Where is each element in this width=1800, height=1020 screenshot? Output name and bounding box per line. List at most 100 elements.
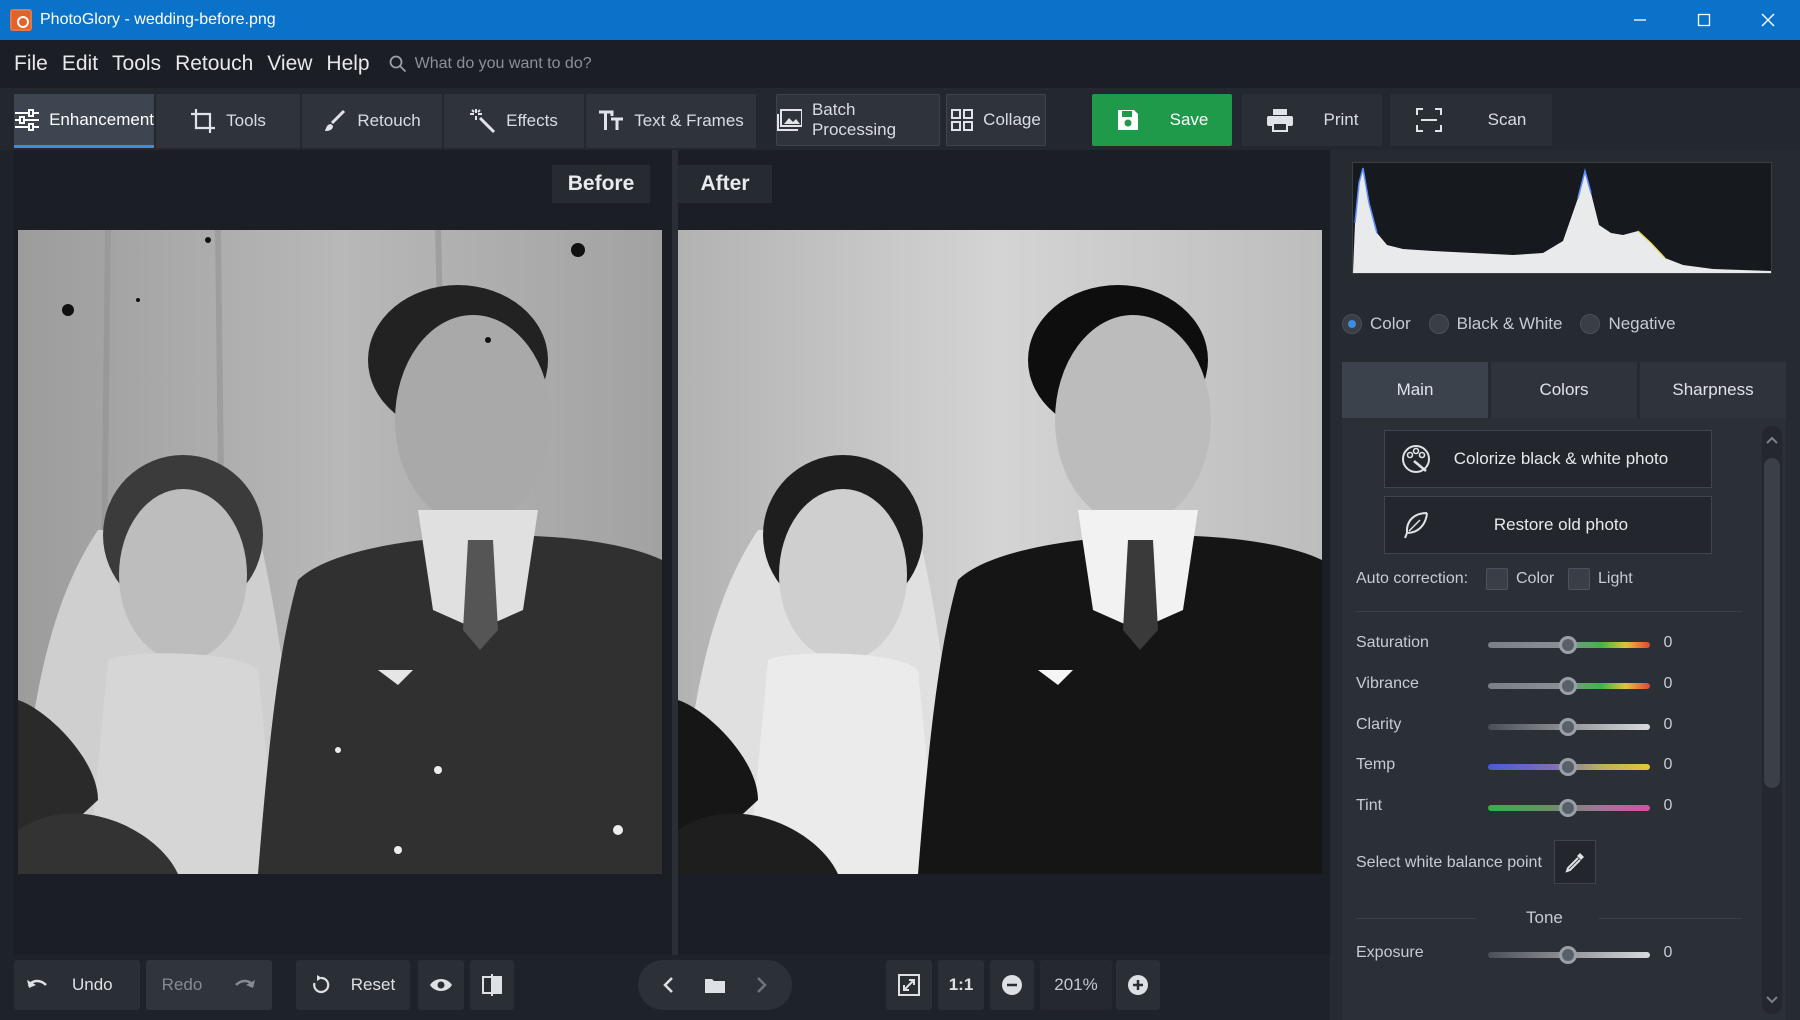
next-photo-button[interactable]: [740, 976, 784, 994]
histogram-graph: [1353, 167, 1771, 273]
menu-view[interactable]: View: [260, 52, 319, 76]
zoom-in-icon: [1128, 975, 1148, 995]
grid-icon: [951, 109, 974, 131]
tone-section-header: Tone: [1526, 908, 1563, 927]
tab-sharpness[interactable]: Sharpness: [1640, 362, 1786, 418]
previous-photo-button[interactable]: [646, 976, 690, 994]
before-pane: Before: [14, 150, 672, 955]
auto-correction-label: Auto correction:: [1356, 570, 1469, 587]
after-label: After: [678, 165, 772, 203]
tab-effects-label: Effects: [506, 111, 558, 130]
tab-text-frames[interactable]: Text & Frames: [586, 94, 756, 148]
photo-canvas: Before After: [14, 150, 1330, 955]
zoom-in-button[interactable]: [1116, 960, 1160, 1010]
wedding-photo-before-image: [18, 230, 662, 874]
actual-size-button[interactable]: 1:1: [938, 960, 984, 1010]
batch-processing-button[interactable]: Batch Processing: [776, 94, 940, 146]
redo-button[interactable]: Redo: [146, 960, 272, 1010]
radio-unselected-icon: [1428, 314, 1449, 334]
reset-button[interactable]: Reset: [296, 960, 410, 1010]
print-label: Print: [1323, 110, 1359, 129]
clarity-knob[interactable]: [1559, 718, 1577, 736]
vibrance-knob[interactable]: [1559, 677, 1577, 695]
images-icon: [777, 109, 802, 131]
scrollbar-thumb[interactable]: [1764, 458, 1780, 788]
menu-retouch[interactable]: Retouch: [168, 52, 260, 76]
mode-color-radio[interactable]: Color: [1342, 314, 1411, 334]
tab-enhancement-label: Enhancement: [49, 109, 154, 129]
zoom-out-icon: [1002, 975, 1022, 995]
close-icon: [1761, 13, 1775, 27]
before-photo[interactable]: [18, 230, 662, 874]
sliders-icon: [15, 108, 39, 131]
fit-to-window-button[interactable]: [886, 960, 932, 1010]
restore-photo-button[interactable]: Restore old photo: [1384, 496, 1712, 554]
radio-unselected-icon: [1580, 314, 1601, 334]
tint-slider[interactable]: Tint 0: [1356, 793, 1766, 823]
search-input[interactable]: [414, 55, 815, 73]
menu-tools[interactable]: Tools: [105, 52, 168, 76]
magic-wand-icon: [470, 109, 496, 134]
tab-colors[interactable]: Colors: [1491, 362, 1637, 418]
collage-label: Collage: [983, 110, 1041, 129]
text-icon: [599, 110, 624, 130]
minimize-icon: [1634, 19, 1646, 21]
vibrance-value: 0: [1663, 675, 1673, 692]
clarity-slider[interactable]: Clarity 0: [1356, 712, 1766, 742]
print-button[interactable]: Print: [1242, 94, 1382, 146]
maximize-button[interactable]: [1672, 0, 1736, 40]
main-toolbar: Enhancement Tools Retouch Effects Text &…: [0, 88, 1800, 150]
tab-main[interactable]: Main: [1342, 362, 1488, 418]
reset-icon: [312, 975, 330, 994]
colorize-photo-button[interactable]: Colorize black & white photo: [1384, 430, 1712, 488]
zoom-level[interactable]: 201%: [1040, 960, 1112, 1010]
before-label: Before: [552, 165, 650, 203]
command-search: [389, 55, 815, 73]
saturation-slider[interactable]: Saturation 0: [1356, 630, 1766, 660]
preview-toggle-button[interactable]: [418, 960, 464, 1010]
menu-help[interactable]: Help: [319, 52, 376, 76]
open-folder-button[interactable]: [690, 976, 740, 994]
panel-scrollbar[interactable]: [1762, 426, 1782, 1014]
scroll-up-icon[interactable]: [1762, 430, 1782, 450]
vibrance-slider[interactable]: Vibrance 0: [1356, 671, 1766, 701]
collage-button[interactable]: Collage: [946, 94, 1046, 146]
scan-button[interactable]: Scan: [1390, 94, 1552, 146]
mode-bw-radio[interactable]: Black & White: [1428, 314, 1562, 334]
batch-processing-label: Batch Processing: [811, 100, 897, 139]
title-bar: PhotoGlory - wedding-before.png: [0, 0, 1800, 40]
exposure-slider[interactable]: Exposure 0: [1356, 940, 1766, 970]
menu-edit[interactable]: Edit: [55, 52, 105, 76]
split-view-button[interactable]: [470, 960, 514, 1010]
redo-icon: [235, 979, 256, 988]
saturation-knob[interactable]: [1559, 636, 1577, 654]
tab-retouch[interactable]: Retouch: [302, 94, 442, 148]
save-button[interactable]: Save: [1092, 94, 1232, 146]
mode-negative-radio[interactable]: Negative: [1580, 314, 1676, 334]
menu-file[interactable]: File: [7, 52, 55, 76]
tab-tools[interactable]: Tools: [156, 94, 300, 148]
main-tab-content: Colorize black & white photo Restore old…: [1342, 418, 1786, 1020]
exposure-knob[interactable]: [1559, 946, 1577, 964]
undo-button[interactable]: Undo: [14, 960, 140, 1010]
minimize-button[interactable]: [1608, 0, 1672, 40]
scroll-down-icon[interactable]: [1762, 990, 1782, 1010]
temp-knob[interactable]: [1559, 758, 1577, 776]
temp-value: 0: [1663, 756, 1673, 773]
chevron-left-icon: [663, 977, 673, 993]
tab-enhancement[interactable]: Enhancement: [14, 94, 154, 148]
temp-slider[interactable]: Temp 0: [1356, 752, 1766, 782]
tint-knob[interactable]: [1559, 799, 1577, 817]
scan-label: Scan: [1487, 110, 1527, 129]
close-button[interactable]: [1736, 0, 1800, 40]
clarity-label: Clarity: [1356, 716, 1402, 733]
tab-effects[interactable]: Effects: [444, 94, 584, 148]
white-balance-picker-button[interactable]: [1554, 840, 1596, 884]
auto-light-checkbox[interactable]: [1568, 568, 1590, 590]
after-photo[interactable]: [678, 230, 1322, 874]
clarity-value: 0: [1663, 716, 1673, 733]
zoom-out-button[interactable]: [990, 960, 1034, 1010]
auto-color-checkbox[interactable]: [1486, 568, 1508, 590]
bottom-bar: Undo Redo Reset 1:1 201%: [0, 955, 1330, 1020]
tone-divider-left: [1356, 918, 1476, 919]
